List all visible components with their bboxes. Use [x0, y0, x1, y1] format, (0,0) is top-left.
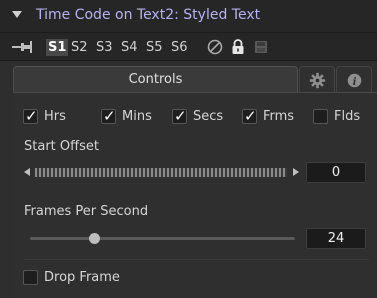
checkbox-label: Secs: [193, 109, 224, 124]
checkbox-hrs[interactable]: ✓ Hrs: [23, 107, 75, 126]
checkbox-secs[interactable]: ✓ Secs: [172, 107, 230, 126]
version-bar: S1 S2 S3 S4 S5 S6: [0, 33, 377, 61]
checkbox-mins[interactable]: ✓ Mins: [101, 107, 163, 126]
checkbox-box[interactable]: ✓: [101, 107, 116, 125]
arrow-right-icon[interactable]: [293, 168, 299, 176]
slider-track[interactable]: [30, 237, 295, 240]
start-offset-field[interactable]: 0: [306, 162, 366, 183]
info-icon: i: [347, 73, 362, 88]
checkbox-box[interactable]: [313, 109, 328, 124]
inspector-tabs: Controls i: [13, 66, 377, 93]
tab-settings[interactable]: [299, 66, 335, 93]
checkmark-icon: ✓: [103, 107, 116, 125]
version-s2-button[interactable]: S2: [69, 39, 90, 56]
gear-icon: [309, 72, 326, 89]
disable-tool-icon[interactable]: [206, 38, 224, 56]
checkbox-drop-frame[interactable]: Drop Frame: [23, 270, 133, 287]
start-offset-label: Start Offset: [24, 139, 99, 154]
checkbox-box[interactable]: ✓: [23, 107, 38, 125]
tab-info[interactable]: i: [336, 66, 372, 93]
checkbox-flds[interactable]: Flds: [313, 109, 363, 126]
slider-handle[interactable]: [88, 233, 100, 244]
checkbox-box[interactable]: ✓: [242, 107, 257, 125]
tool-header[interactable]: Time Code on Text2: Styled Text: [0, 0, 377, 33]
checkmark-icon: ✓: [174, 107, 187, 125]
collapse-chevron-icon[interactable]: [12, 11, 22, 18]
fps-label: Frames Per Second: [24, 204, 149, 219]
checkmark-icon: ✓: [25, 107, 38, 125]
checkbox-frms[interactable]: ✓ Frms: [242, 107, 302, 126]
checkmark-icon: ✓: [244, 107, 257, 125]
checkbox-label: Hrs: [44, 109, 66, 124]
lock-icon[interactable]: [229, 38, 247, 56]
version-s1-button[interactable]: S1: [46, 39, 69, 56]
svg-text:i: i: [353, 76, 357, 88]
version-s4-button[interactable]: S4: [119, 39, 140, 56]
start-offset-scrubber[interactable]: [24, 167, 299, 178]
tool-title: Time Code on Text2: Styled Text: [36, 7, 261, 23]
version-s6-button[interactable]: S6: [169, 39, 190, 56]
checkbox-label: Drop Frame: [44, 270, 120, 285]
checkbox-box[interactable]: [23, 270, 38, 285]
checkbox-box[interactable]: ✓: [172, 107, 187, 125]
version-s5-button[interactable]: S5: [144, 39, 165, 56]
pin-icon[interactable]: [12, 41, 32, 53]
version-s3-button[interactable]: S3: [94, 39, 115, 56]
tab-controls[interactable]: Controls: [13, 66, 298, 93]
fps-field[interactable]: 24: [306, 228, 366, 249]
scrub-track[interactable]: [35, 168, 287, 177]
arrow-left-icon[interactable]: [24, 168, 30, 176]
checkbox-label: Frms: [263, 109, 295, 124]
inspector-panel: Time Code on Text2: Styled Text S1 S2 S3…: [0, 0, 377, 298]
save-preset-icon[interactable]: [252, 38, 270, 56]
checkbox-label: Mins: [122, 109, 152, 124]
checkbox-label: Flds: [334, 109, 361, 124]
divider: [24, 259, 369, 260]
fps-slider[interactable]: [30, 233, 295, 244]
